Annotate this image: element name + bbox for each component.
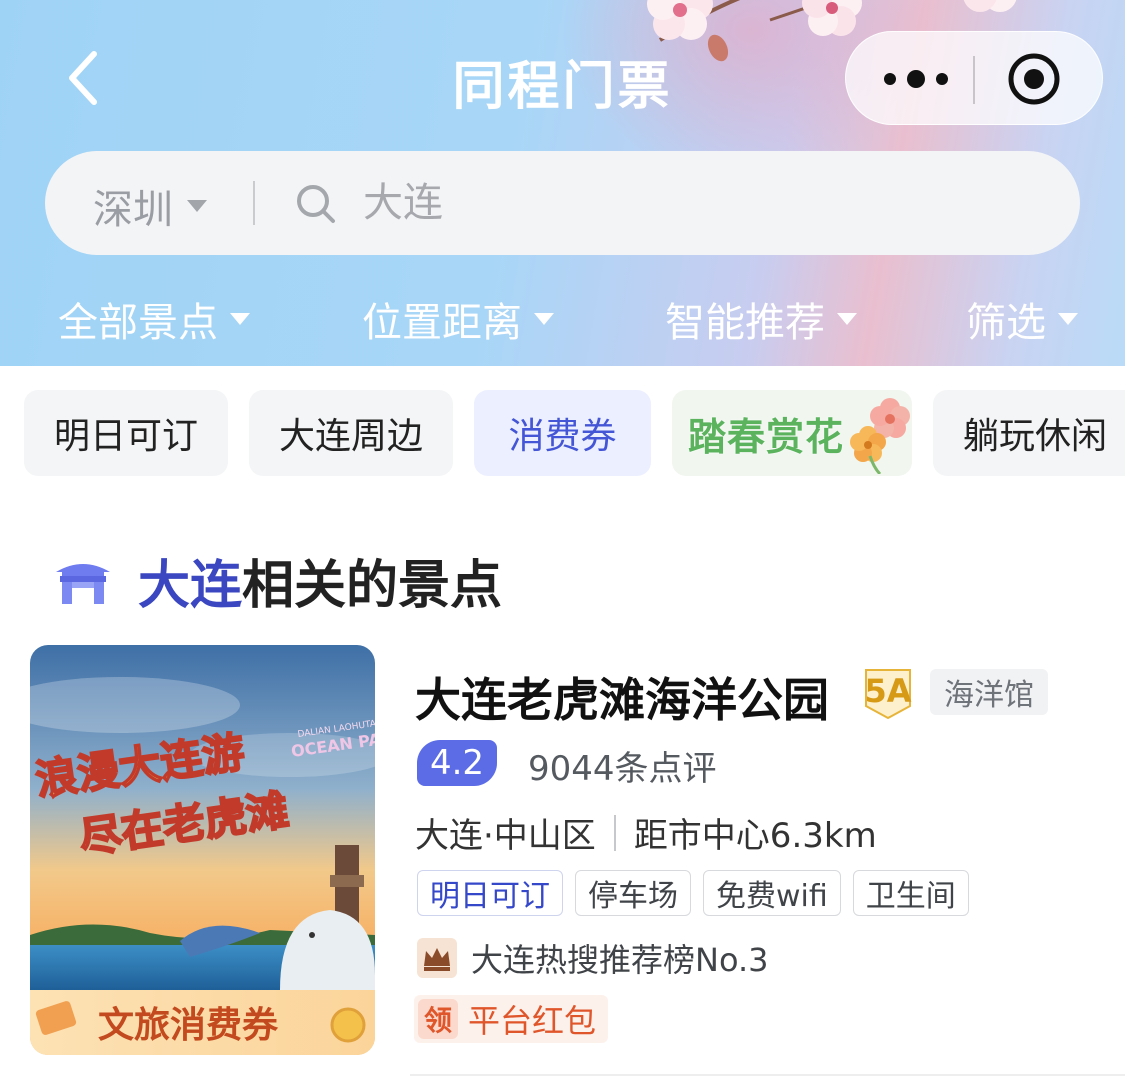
- flower-icon: [850, 398, 910, 474]
- filter-label: 位置距离: [362, 300, 522, 346]
- search-icon: [297, 185, 335, 223]
- filter-label: 智能推荐: [665, 300, 825, 346]
- coupon-text: 平台红包: [468, 1002, 597, 1040]
- close-mini-program-button[interactable]: [1006, 51, 1062, 107]
- feature-tag: 明日可订: [417, 870, 563, 916]
- search-bar: 深圳: [45, 151, 1080, 255]
- chip-label: 躺玩休闲: [963, 416, 1108, 457]
- location-divider: [613, 814, 616, 851]
- chip-label: 踏春赏花: [688, 414, 845, 459]
- category-tag: 海洋馆: [930, 669, 1048, 715]
- rating-score: 4.2: [417, 740, 497, 786]
- city-selector[interactable]: 深圳: [93, 177, 207, 235]
- chip-leisure[interactable]: 躺玩休闲: [933, 390, 1125, 476]
- chip-dalian-nearby[interactable]: 大连周边: [249, 390, 453, 476]
- filter-smart-sort[interactable]: 智能推荐: [665, 290, 857, 348]
- temple-icon: [56, 564, 110, 604]
- location-district: 大连·中山区: [415, 816, 596, 856]
- caret-down-icon: [534, 313, 554, 325]
- feature-tag: 免费wifi: [703, 870, 841, 916]
- poster-banner: 文旅消费券: [98, 1004, 279, 1046]
- ranking-badge[interactable]: 大连热搜推荐榜No.3: [417, 935, 769, 981]
- filter-label: 筛选: [966, 300, 1046, 346]
- ranking-text: 大连热搜推荐榜No.3: [471, 941, 769, 979]
- filter-distance[interactable]: 位置距离: [362, 290, 554, 348]
- more-button[interactable]: [876, 62, 956, 96]
- chip-label: 明日可订: [53, 416, 198, 457]
- caret-down-icon: [837, 313, 857, 325]
- filter-label: 全部景点: [58, 300, 218, 346]
- caret-down-icon: [1058, 313, 1078, 325]
- quick-filter-chips: 明日可订 大连周边 消费券 踏春赏花 躺玩休闲: [0, 390, 1125, 478]
- chip-label: 大连周边: [278, 416, 423, 457]
- feature-tag: 停车场: [575, 870, 691, 916]
- section-title: 大连 相关的景点: [52, 545, 503, 616]
- card-divider: [410, 1074, 1125, 1076]
- review-count[interactable]: 9044条点评: [528, 741, 717, 790]
- more-dots-icon: [884, 70, 948, 88]
- crown-icon: [417, 938, 457, 978]
- chip-bookable-tomorrow[interactable]: 明日可订: [24, 390, 228, 476]
- attraction-poster: 浪漫大连游 尽在老虎滩 DALIAN LAOHUTAN OCEAN PARK 文…: [30, 645, 375, 1055]
- search-input[interactable]: [363, 173, 1023, 233]
- platform-coupon[interactable]: 领 平台红包: [414, 995, 609, 1043]
- level-5a-badge: 5A: [862, 666, 914, 720]
- chip-spring-flowers[interactable]: 踏春赏花: [672, 390, 912, 476]
- filter-all-attractions[interactable]: 全部景点: [58, 290, 250, 348]
- location-row: 大连·中山区 距市中心6.3km: [415, 808, 877, 857]
- capsule-divider: [973, 56, 975, 104]
- filter-bar: 全部景点 位置距离 智能推荐 筛选: [0, 290, 1125, 346]
- chip-label: 消费券: [508, 416, 617, 457]
- target-circle-icon: [1008, 53, 1060, 105]
- section-title-text: 相关的景点: [242, 555, 503, 616]
- attraction-title[interactable]: 大连老虎滩海洋公园: [415, 664, 829, 730]
- caret-down-icon: [187, 200, 207, 212]
- search-divider: [253, 181, 255, 225]
- city-label: 深圳: [93, 187, 173, 233]
- feature-tag: 卫生间: [852, 870, 969, 916]
- section-title-highlight: 大连: [138, 555, 243, 616]
- header: 同程门票 深圳 全部景点: [0, 0, 1125, 366]
- mini-program-capsule: [845, 31, 1103, 125]
- caret-down-icon: [230, 313, 250, 325]
- coupon-claim-badge: 领: [418, 999, 458, 1039]
- badge-text: 5A: [864, 672, 912, 710]
- distance-to-center: 距市中心6.3km: [633, 816, 877, 856]
- chip-consumption-coupon[interactable]: 消费券: [474, 390, 651, 476]
- attraction-image[interactable]: 浪漫大连游 尽在老虎滩 DALIAN LAOHUTAN OCEAN PARK 文…: [30, 645, 375, 1055]
- filter-more[interactable]: 筛选: [966, 290, 1078, 348]
- feature-tags: 明日可订 停车场 免费wifi 卫生间: [417, 870, 981, 916]
